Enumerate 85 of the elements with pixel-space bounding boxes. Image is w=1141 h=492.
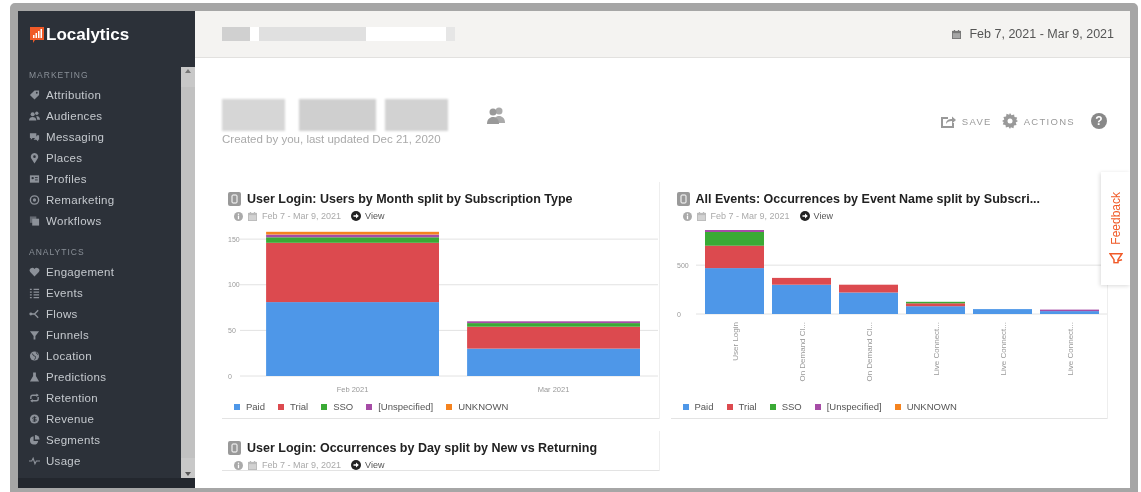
sidebar-item[interactable]: Revenue	[29, 408, 181, 429]
calendar-icon	[248, 211, 257, 221]
id-card-icon	[29, 172, 40, 185]
section-heading: ANALYTICS	[29, 247, 86, 259]
list-icon	[29, 286, 40, 299]
dashboard-subtitle: Created by you, last updated Dec 21, 2020	[222, 133, 442, 145]
sidebar-item[interactable]: Attribution	[29, 84, 181, 105]
view-link[interactable]: View	[799, 211, 833, 221]
phone-icon	[228, 192, 241, 206]
date-range: Feb 7 - Mar 9, 2021	[262, 211, 342, 221]
arrow-circle-icon	[799, 211, 810, 221]
card-title: User Login: Occurrences by Day split by New vs Returning	[247, 441, 598, 455]
pin-icon	[29, 151, 40, 164]
sidebar-item[interactable]: Audiences	[29, 105, 181, 126]
scrollbar[interactable]	[181, 67, 195, 478]
sidebar-item[interactable]: Messaging	[29, 126, 181, 147]
cycle-arrows-icon	[29, 391, 40, 404]
legend-label[interactable]: Paid	[694, 401, 714, 412]
gear-icon	[1001, 113, 1018, 129]
sidebar-item[interactable]: Engagement	[29, 261, 181, 282]
sidebar-item[interactable]: Profiles	[29, 168, 181, 189]
legend-label[interactable]: UNKNOWN	[906, 401, 957, 412]
axis-category-label: User Login	[730, 322, 739, 361]
sidebar-item[interactable]: Remarketing	[29, 189, 181, 210]
target-icon	[29, 193, 40, 206]
stack-icon	[29, 214, 40, 227]
sidebar-item[interactable]: Funnels	[29, 324, 181, 345]
axis-category-label: On Demand Cl...	[797, 322, 806, 382]
sidebar-item[interactable]: Flows	[29, 303, 181, 324]
flask-icon	[29, 370, 40, 383]
feedback-button[interactable]: Feedback	[1108, 192, 1123, 265]
phone-icon	[676, 192, 690, 206]
legend-label[interactable]: Paid	[246, 401, 265, 412]
section-heading: MARKETING	[29, 70, 90, 82]
legend-label[interactable]: Trial	[290, 401, 309, 412]
chat-icon	[29, 130, 40, 143]
people-icon	[29, 109, 40, 122]
info-icon[interactable]	[234, 460, 243, 470]
globe-icon	[29, 349, 40, 362]
arrow-circle-icon	[351, 211, 362, 221]
branch-icon	[29, 307, 40, 320]
sidebar-item[interactable]: Usage	[29, 450, 181, 471]
help-button[interactable]: ?	[1091, 113, 1107, 129]
sidebar-item[interactable]: Workflows	[29, 210, 181, 231]
info-icon[interactable]	[234, 211, 243, 221]
people-icon	[486, 106, 506, 124]
info-icon[interactable]	[682, 211, 692, 221]
funnel-icon	[29, 328, 40, 341]
date-range: Feb 7 - Mar 9, 2021	[262, 460, 342, 470]
axis-category-label: Live Connect...	[998, 322, 1007, 376]
sidebar-item[interactable]: Places	[29, 147, 181, 168]
date-range: Feb 7 - Mar 9, 2021	[710, 211, 790, 221]
legend-label[interactable]: SSO	[781, 401, 802, 412]
bar-segment	[972, 309, 1032, 314]
heart-icon	[29, 265, 40, 278]
logo-icon	[30, 26, 44, 43]
sidebar-item[interactable]: Predictions	[29, 366, 181, 387]
view-link[interactable]: View	[351, 460, 385, 470]
pulse-icon	[29, 454, 40, 467]
axis-category-label: On Demand Cl...	[864, 322, 873, 382]
calendar-icon	[952, 29, 962, 39]
share-icon	[940, 114, 956, 128]
sidebar-item[interactable]: Events	[29, 282, 181, 303]
legend-label[interactable]: SSO	[333, 401, 354, 412]
card-title: All Events: Occurrences by Event Name split by Subscri...	[695, 192, 1041, 206]
legend-label[interactable]: [Unspecified]	[826, 401, 882, 412]
logo-text: Localytics	[46, 24, 130, 45]
pie-chart-icon	[29, 433, 40, 446]
sidebar-item[interactable]: Segments	[29, 429, 181, 450]
sidebar-item[interactable]: Location	[29, 345, 181, 366]
megaphone-icon	[1108, 251, 1123, 264]
tag-icon	[29, 88, 40, 101]
axis-category-label: Live Connect...	[1065, 322, 1074, 376]
card-title: User Login: Users by Month split by Subscription Type	[247, 192, 573, 206]
legend-label[interactable]: [Unspecified]	[378, 401, 434, 412]
sidebar-item[interactable]: Retention	[29, 387, 181, 408]
legend-label[interactable]: Trial	[738, 401, 757, 412]
coin-icon	[29, 412, 40, 425]
axis-category-label: Live Connect...	[931, 322, 940, 376]
phone-icon	[228, 441, 241, 455]
view-link[interactable]: View	[351, 211, 385, 221]
caret-up-icon[interactable]	[184, 67, 192, 75]
legend-label[interactable]: UNKNOWN	[458, 401, 509, 412]
calendar-icon	[696, 211, 706, 221]
date-range-picker[interactable]: Feb 7, 2021 - Mar 9, 2021	[969, 27, 1114, 41]
